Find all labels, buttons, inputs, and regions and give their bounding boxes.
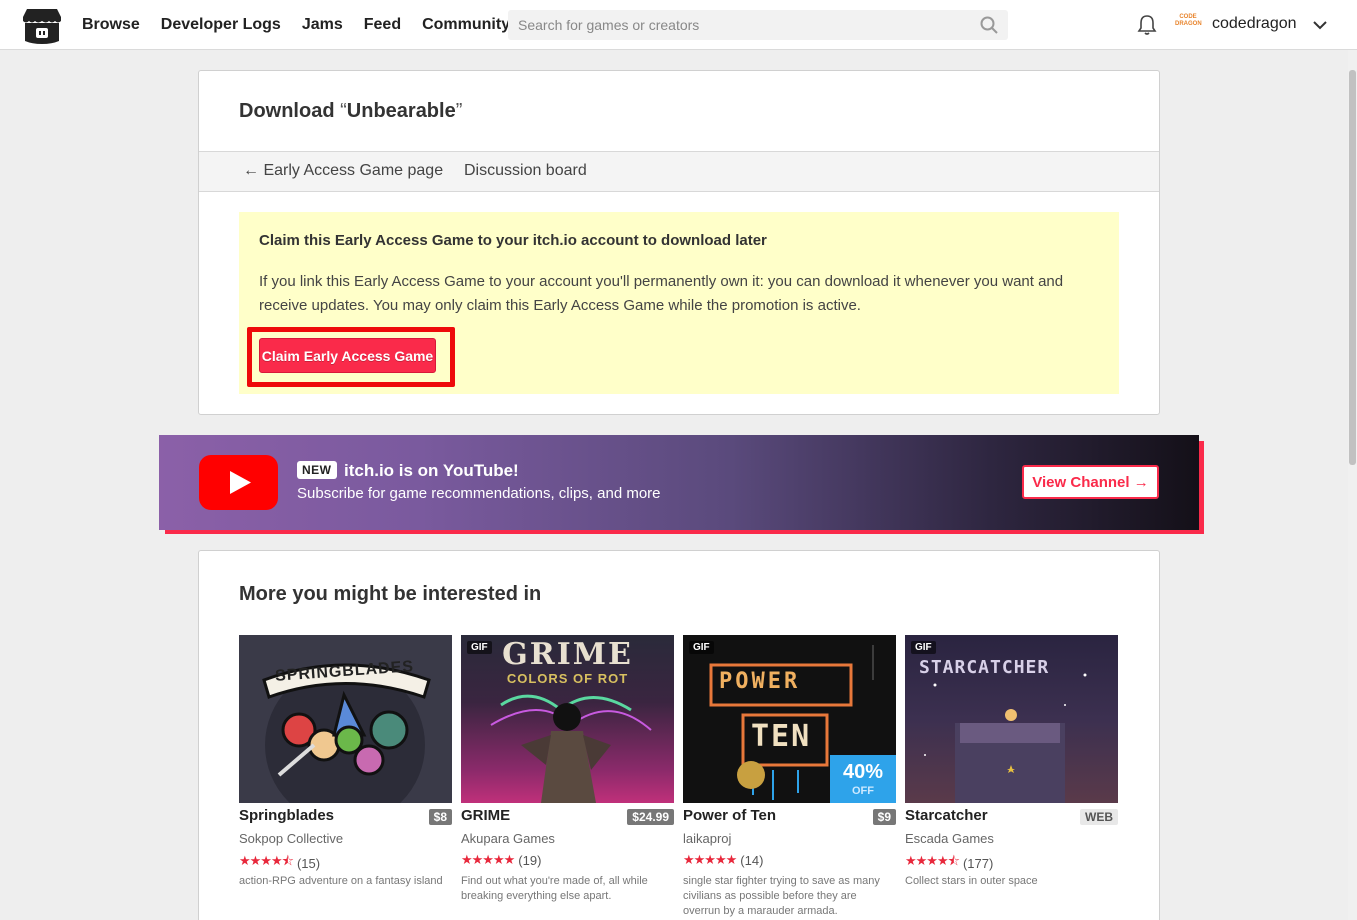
thumb-subtitle: TEN — [751, 719, 812, 754]
view-channel-button[interactable]: View Channel → — [1022, 465, 1159, 499]
youtube-banner[interactable]: NEW itch.io is on YouTube! Subscribe for… — [159, 435, 1199, 530]
rating-count: (14) — [740, 852, 764, 868]
price-badge: $24.99 — [627, 809, 674, 825]
game-author[interactable]: Escada Games — [905, 831, 994, 846]
game-description: Collect stars in outer space — [905, 875, 1038, 887]
rating-count: (19) — [518, 852, 542, 868]
search-input[interactable] — [508, 10, 968, 40]
game-title[interactable]: Starcatcher — [905, 807, 988, 824]
game-thumbnail[interactable]: GIF POWER TEN 40% OFF — [683, 635, 896, 803]
search-icon[interactable] — [980, 16, 998, 34]
sale-badge: 40% OFF — [830, 755, 896, 803]
game-rating: ★★★★⯪ (177) — [905, 852, 993, 874]
recommendations-title: More you might be interested in — [239, 583, 542, 605]
game-title[interactable]: GRIME — [461, 807, 510, 824]
notifications-bell-icon[interactable] — [1137, 14, 1157, 36]
price-badge: WEB — [1080, 809, 1118, 825]
main-nav: Browse Developer Logs Jams Feed Communit… — [82, 0, 510, 50]
game-thumbnail[interactable]: SPRINGBLADES — [239, 635, 452, 803]
claim-description: If you link this Early Access Game to yo… — [259, 273, 1064, 314]
game-author[interactable]: laikaproj — [683, 831, 731, 846]
gif-badge: GIF — [689, 641, 714, 654]
game-rating: ★★★★★ (14) — [683, 852, 763, 868]
top-header: Browse Developer Logs Jams Feed Communit… — [0, 0, 1357, 50]
thumb-subtitle: COLORS OF ROT — [506, 671, 629, 686]
title-game-name: Unbearable — [346, 100, 456, 122]
nav-developer-logs[interactable]: Developer Logs — [161, 16, 281, 34]
nav-browse[interactable]: Browse — [82, 16, 140, 34]
game-author[interactable]: Akupara Games — [461, 831, 555, 846]
game-card-grime[interactable]: GIF GRIME COLORS OF ROT GRIME $24.99 Aku… — [461, 635, 674, 902]
avatar[interactable]: CODE DRAGON — [1175, 14, 1202, 34]
download-panel: Download “Unbearable” ← Early Access Gam… — [198, 70, 1160, 415]
youtube-logo-icon — [199, 455, 278, 510]
title-prefix: Download — [239, 100, 341, 122]
springblades-art-icon — [262, 663, 431, 803]
scrollbar-thumb[interactable] — [1349, 70, 1356, 465]
itchio-logo-icon[interactable] — [22, 7, 62, 45]
youtube-heading: itch.io is on YouTube! — [344, 461, 519, 480]
thumb-title: STARCATCHER — [919, 657, 1050, 678]
gif-badge: GIF — [911, 641, 936, 654]
game-rating: ★★★★⯪ (15) — [239, 852, 320, 874]
username[interactable]: codedragon — [1212, 15, 1297, 33]
game-thumbnail[interactable]: GIF STARCATCHER — [905, 635, 1118, 803]
claim-title: Claim this Early Access Game to your itc… — [259, 232, 767, 249]
nav-community[interactable]: Community — [422, 16, 510, 34]
game-card-power-of-ten[interactable]: GIF POWER TEN 40% OFF Power of Ten $9 la… — [683, 635, 896, 917]
sale-percent: 40% — [842, 761, 884, 783]
game-description: single star fighter trying to save as ma… — [683, 875, 880, 917]
star-rating-icon: ★★★★⯪ — [905, 853, 960, 868]
star-rating-icon: ★★★★⯪ — [239, 853, 294, 868]
new-badge: NEW — [297, 461, 337, 479]
sale-off-label: OFF — [852, 785, 874, 797]
price-badge: $8 — [428, 809, 452, 825]
rating-count: (177) — [962, 855, 994, 871]
discussion-board-link[interactable]: Discussion board — [464, 162, 587, 180]
star-rating-icon: ★★★★★ — [683, 852, 737, 867]
game-rating: ★★★★★ (19) — [461, 852, 541, 868]
price-badge: $9 — [872, 809, 896, 825]
chevron-down-icon[interactable] — [1312, 17, 1328, 33]
title-close-quote: ” — [455, 100, 463, 122]
game-card-starcatcher[interactable]: GIF STARCATCHER Starcatcher WEB Escada G… — [905, 635, 1118, 887]
claim-notice-box: Claim this Early Access Game to your itc… — [239, 212, 1119, 394]
game-thumbnail[interactable]: GIF GRIME COLORS OF ROT — [461, 635, 674, 803]
game-card-springblades[interactable]: SPRINGBLADES Springblades $8 Sokpop Coll… — [239, 635, 452, 887]
game-description: Find out what you're made of, all while … — [461, 875, 648, 902]
claim-early-access-button[interactable]: Claim Early Access Game — [259, 338, 436, 373]
nav-jams[interactable]: Jams — [302, 16, 343, 34]
star-rating-icon: ★★★★★ — [461, 852, 515, 867]
search-bar — [508, 10, 1008, 40]
page-scrollbar[interactable] — [1348, 50, 1357, 920]
youtube-subtitle: Subscribe for game recommendations, clip… — [297, 485, 661, 502]
recommendations-panel: More you might be interested in SPRINGBL… — [198, 550, 1160, 920]
game-description: action-RPG adventure on a fantasy island — [239, 875, 443, 887]
download-subnav: ← Early Access Game page Discussion boar… — [199, 151, 1159, 192]
game-title[interactable]: Springblades — [239, 807, 334, 824]
thumb-title: GRIME — [502, 637, 633, 672]
early-access-page-link[interactable]: ← Early Access Game page — [243, 162, 443, 180]
rating-count: (15) — [296, 855, 321, 871]
page-title: Download “Unbearable” — [239, 100, 462, 123]
nav-feed[interactable]: Feed — [364, 16, 401, 34]
game-title[interactable]: Power of Ten — [683, 807, 776, 824]
thumb-title: POWER — [719, 669, 801, 694]
title-open-quote: “ — [340, 100, 347, 122]
game-author[interactable]: Sokpop Collective — [239, 831, 343, 846]
